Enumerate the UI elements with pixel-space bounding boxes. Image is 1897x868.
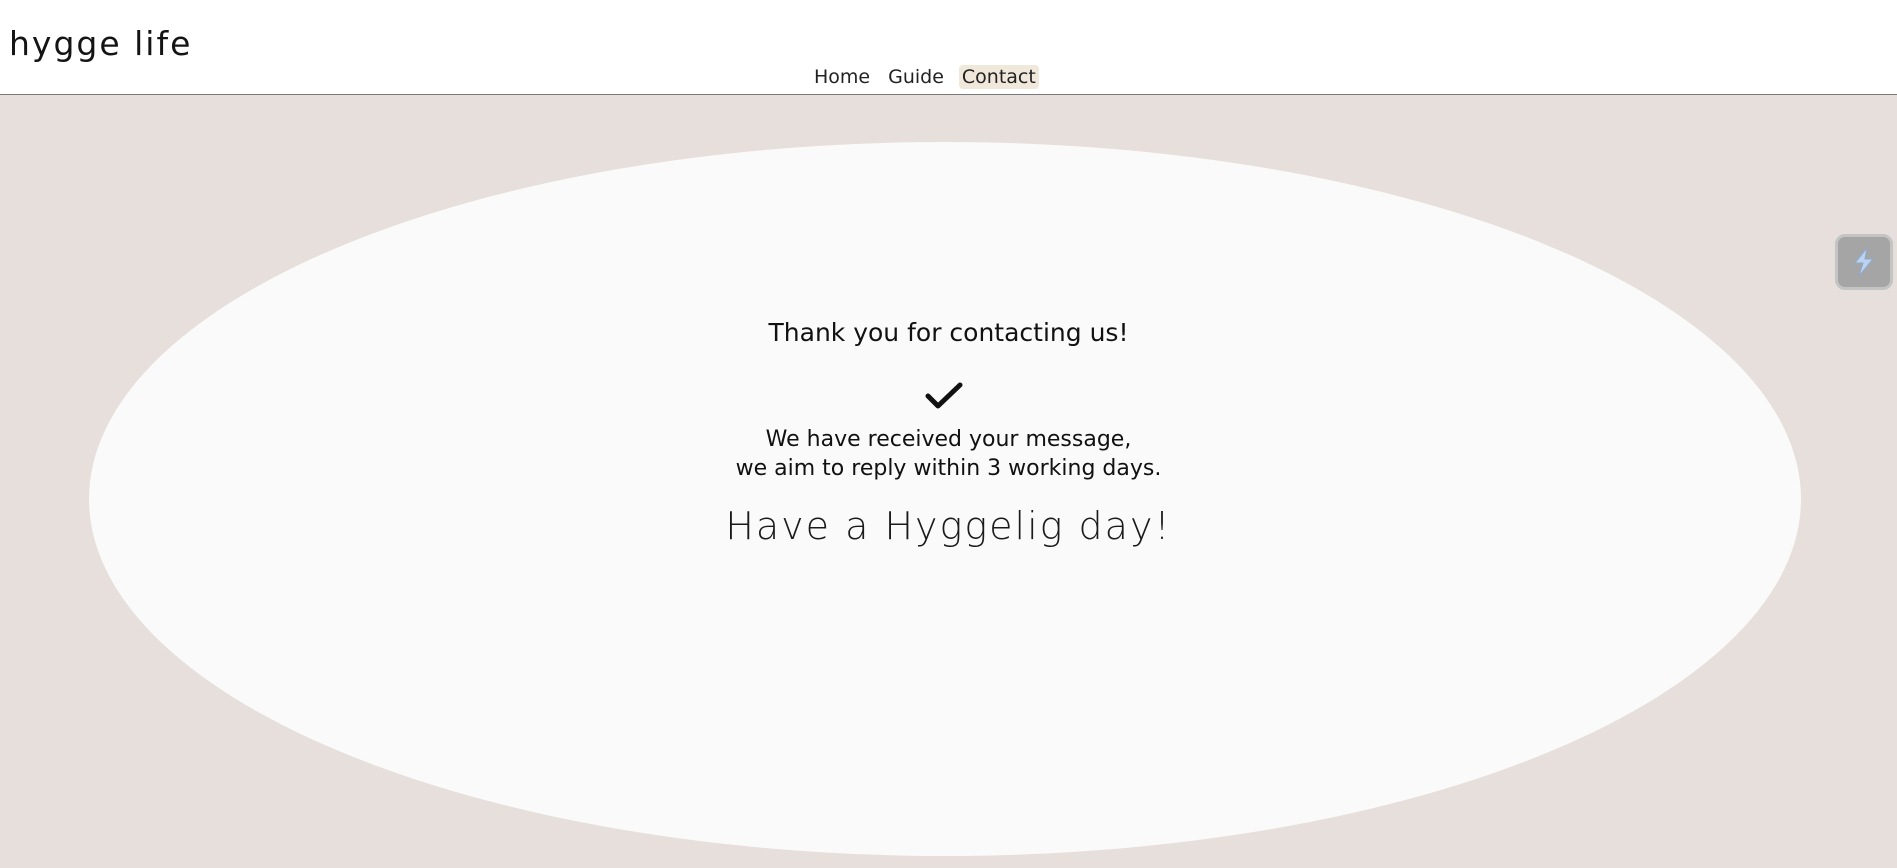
main-nav: Home Guide Contact (811, 65, 1039, 89)
message-line-2: we aim to reply within 3 working days. (735, 456, 1162, 481)
side-widget-button[interactable] (1835, 234, 1893, 290)
lightning-icon (1853, 247, 1875, 277)
confirmation-message: We have received your message, we aim to… (0, 425, 1897, 483)
checkmark-icon (925, 382, 963, 409)
nav-contact[interactable]: Contact (958, 65, 1039, 89)
site-header: hygge life Home Guide Contact (0, 0, 1897, 95)
farewell-text: Have a Hyggelig day! (725, 504, 1172, 548)
nav-home[interactable]: Home (811, 65, 873, 89)
confirmation-card (89, 142, 1801, 856)
message-line-1: We have received your message, (765, 427, 1132, 452)
site-logo[interactable]: hygge life (9, 24, 192, 63)
confirmation-title: Thank you for contacting us! (768, 318, 1129, 347)
nav-guide[interactable]: Guide (885, 65, 947, 89)
